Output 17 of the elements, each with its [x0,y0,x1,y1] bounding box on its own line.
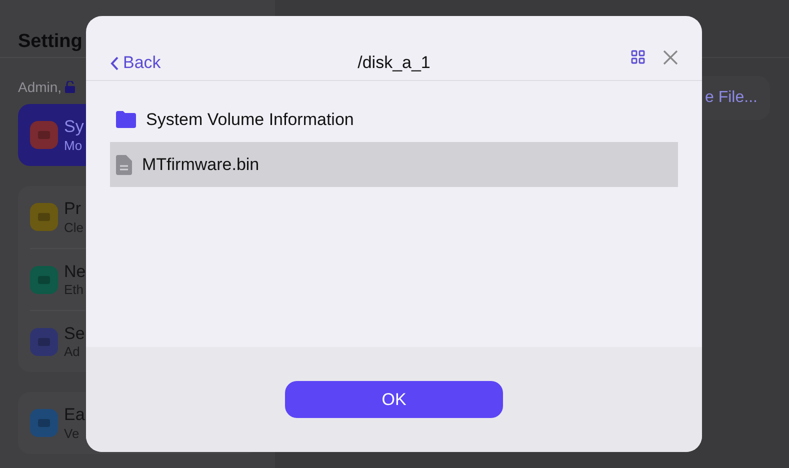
grid-view-icon[interactable] [631,50,645,64]
dialog-title: /disk_a_1 [358,52,430,74]
user-label: Admin, [18,78,62,96]
file-icon [116,154,132,174]
nav-item-subtitle: Mo [64,138,84,154]
close-icon[interactable] [663,50,678,64]
nav-item[interactable]: Sy Mo [30,104,84,166]
chevron-left-icon [110,56,119,70]
file-list-item[interactable]: MTfirmware.bin [110,142,678,187]
nav-item-title: Sy [64,116,84,138]
file-name: MTfirmware.bin [142,154,260,176]
file-list-item[interactable]: System Volume Information [110,97,678,142]
back-button[interactable]: Back [110,50,161,76]
ok-button[interactable]: OK [285,381,503,418]
folder-icon [116,111,136,128]
lock-icon [64,81,75,93]
file-name: System Volume Information [146,108,354,131]
